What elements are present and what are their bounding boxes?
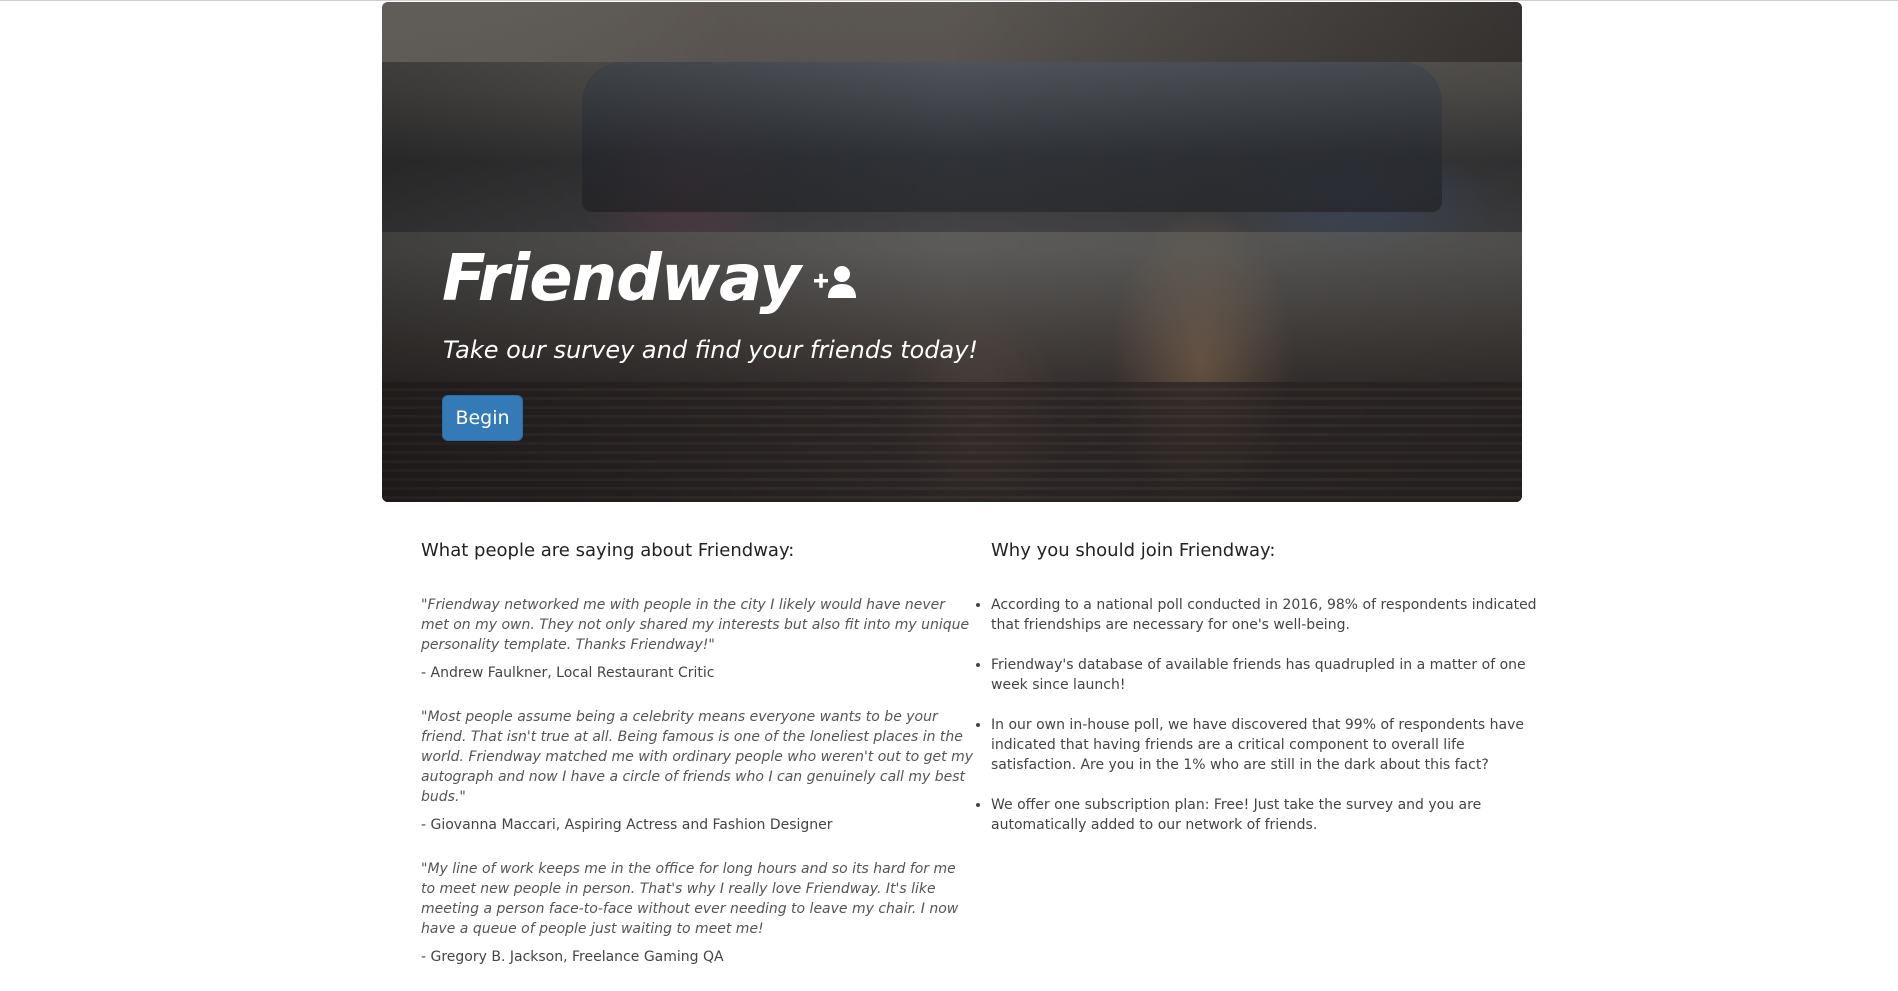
reason-item: Friendway's database of available friend… <box>991 655 1541 695</box>
testimonials-heading: What people are saying about Friendway: <box>421 540 795 561</box>
add-user-icon <box>814 266 857 298</box>
hero-banner: Friendway Take our survey and find your … <box>382 2 1522 502</box>
hero-tagline: Take our survey and find your friends to… <box>443 336 979 364</box>
reason-item: We offer one subscription plan: Free! Ju… <box>991 795 1541 835</box>
reason-item: In our own in-house poll, we have discov… <box>991 715 1541 775</box>
testimonial-quote: "Most people assume being a celebrity me… <box>421 709 973 805</box>
reasons-section: Why you should join Friendway: According… <box>991 535 1541 855</box>
testimonials-section: What people are saying about Friendway: … <box>421 535 973 991</box>
hero-title-row: Friendway <box>442 247 860 311</box>
reason-item: According to a national poll conducted i… <box>991 595 1541 635</box>
testimonial-quote: "My line of work keeps me in the office … <box>421 861 959 937</box>
testimonial-author: - Giovanna Maccari, Aspiring Actress and… <box>421 817 833 833</box>
site-title: Friendway <box>442 242 801 316</box>
testimonial-author: - Gregory B. Jackson, Freelance Gaming Q… <box>421 949 724 965</box>
top-border <box>0 0 1898 1</box>
testimonial-author: - Andrew Faulkner, Local Restaurant Crit… <box>421 665 715 681</box>
reasons-list: According to a national poll conducted i… <box>991 595 1541 835</box>
testimonial-item: "Friendway networked me with people in t… <box>421 595 973 683</box>
reasons-heading: Why you should join Friendway: <box>991 540 1276 561</box>
testimonial-quote: "Friendway networked me with people in t… <box>421 597 970 653</box>
testimonial-item: "My line of work keeps me in the office … <box>421 859 973 967</box>
begin-button[interactable]: Begin <box>442 395 523 441</box>
testimonial-item: "Most people assume being a celebrity me… <box>421 707 973 835</box>
